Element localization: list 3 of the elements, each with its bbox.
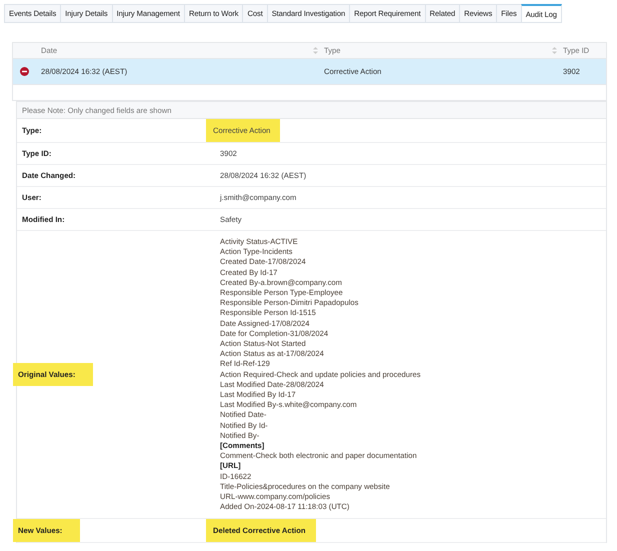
sort-icon — [313, 47, 318, 54]
sort-icon — [552, 47, 557, 54]
remove-icon[interactable] — [20, 67, 29, 76]
